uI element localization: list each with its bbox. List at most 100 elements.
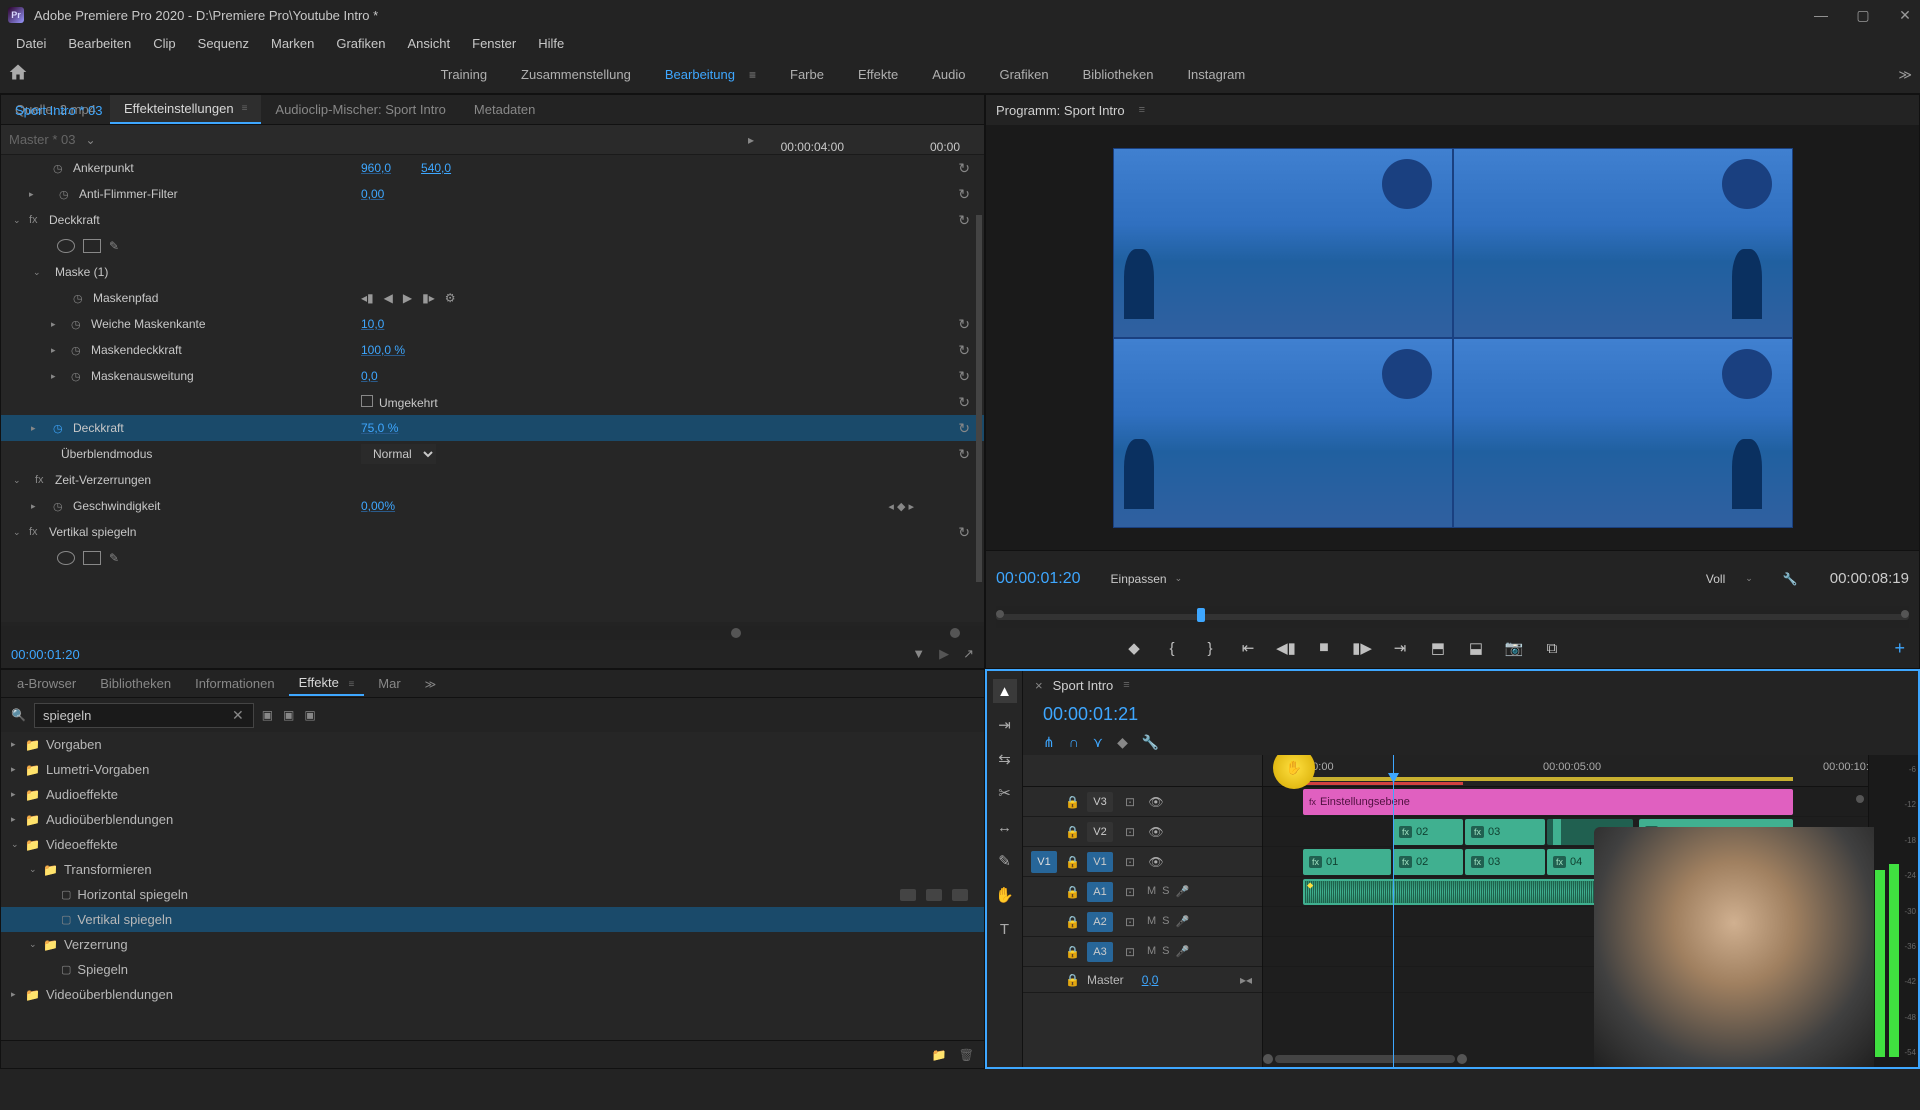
comparison-icon[interactable]: ⧉ — [1542, 640, 1562, 657]
workspace-farbe[interactable]: Farbe — [790, 67, 824, 82]
sync-lock-icon[interactable]: ⊡ — [1121, 945, 1139, 959]
effect-spiegeln[interactable]: Spiegeln — [77, 962, 128, 977]
track-select-tool-icon[interactable]: ⇥ — [993, 713, 1017, 737]
stopwatch-icon[interactable]: ◷ — [73, 292, 87, 305]
minimize-button[interactable]: — — [1814, 8, 1828, 22]
tree-videoeffekte[interactable]: Videoeffekte — [46, 837, 118, 852]
program-quality-select[interactable]: Voll — [1706, 572, 1725, 586]
pen-mask-icon[interactable]: ✎ — [109, 239, 119, 253]
twirl-icon[interactable]: ⌄ — [29, 939, 39, 950]
twirl-icon[interactable]: ▸ — [11, 789, 21, 800]
workspace-grafiken[interactable]: Grafiken — [999, 67, 1048, 82]
menu-clip[interactable]: Clip — [143, 32, 185, 55]
master-expand-icon[interactable]: ▸◂ — [1240, 973, 1252, 987]
scroll-cap-left[interactable] — [1263, 1054, 1273, 1064]
twirl-icon[interactable]: ⌄ — [11, 839, 21, 850]
clip-v2-02[interactable]: fx02 — [1393, 819, 1463, 845]
maskendeck-val[interactable]: 100,0 % — [361, 343, 405, 357]
stopwatch-icon[interactable]: ◷ — [59, 188, 73, 201]
type-tool-icon[interactable]: T — [993, 917, 1017, 941]
source-patch-v1[interactable]: V1 — [1031, 851, 1057, 873]
tree-vorgaben[interactable]: Vorgaben — [46, 737, 102, 752]
tab-metadata[interactable]: Metadaten — [460, 96, 549, 123]
workspace-menu-icon[interactable]: ≡ — [749, 68, 756, 82]
clear-search-icon[interactable]: ✕ — [232, 707, 244, 724]
mark-in-icon[interactable]: { — [1162, 640, 1182, 657]
ec-hscroll-cap[interactable] — [950, 628, 960, 638]
ec-export-icon[interactable]: ↗ — [963, 646, 974, 662]
reset-icon[interactable]: ↻ — [958, 316, 970, 333]
tab-effekte[interactable]: Effekte ≡ — [289, 671, 365, 696]
track-v1-label[interactable]: V1 — [1087, 852, 1113, 872]
maskenaus-val[interactable]: 0,0 — [361, 369, 378, 383]
ripple-tool-icon[interactable]: ⇆ — [993, 747, 1017, 771]
tab-mar[interactable]: Mar — [368, 672, 410, 695]
stop-icon[interactable]: ■ — [1314, 639, 1334, 657]
mask-next-icon[interactable]: ▮▸ — [422, 291, 435, 305]
twirl-icon[interactable]: ▸ — [31, 501, 41, 512]
twirl-icon[interactable]: ▸ — [11, 814, 21, 825]
tree-lumetri[interactable]: Lumetri-Vorgaben — [46, 762, 149, 777]
reset-icon[interactable]: ↻ — [958, 186, 970, 203]
deckkraft-val[interactable]: 75,0 % — [361, 421, 398, 435]
voiceover-icon[interactable]: 🎤 — [1176, 915, 1190, 928]
track-a3-label[interactable]: A3 — [1087, 942, 1113, 962]
track-v2-label[interactable]: V2 — [1087, 822, 1113, 842]
workspace-instagram[interactable]: Instagram — [1187, 67, 1245, 82]
sync-lock-icon[interactable]: ⊡ — [1121, 825, 1139, 839]
clip-v1-03[interactable]: fx03 — [1465, 849, 1545, 875]
twirl-icon[interactable]: ⌄ — [13, 527, 23, 538]
menu-hilfe[interactable]: Hilfe — [528, 32, 574, 55]
add-marker-icon[interactable]: ◆ — [1124, 639, 1144, 657]
weiche-val[interactable]: 10,0 — [361, 317, 384, 331]
tab-menu-icon[interactable]: ≡ — [242, 103, 248, 114]
ellipse-mask-icon[interactable] — [57, 551, 75, 565]
solo-icon[interactable]: S — [1162, 945, 1169, 958]
twirl-icon[interactable]: ▸ — [31, 423, 41, 434]
menu-ansicht[interactable]: Ansicht — [397, 32, 460, 55]
timeline-playhead[interactable] — [1393, 755, 1394, 1067]
close-button[interactable]: ✕ — [1898, 8, 1912, 22]
scrubber-cap-left[interactable] — [996, 610, 1004, 618]
scroll-thumb[interactable] — [1275, 1055, 1455, 1063]
clip-v2-03[interactable]: fx03 — [1465, 819, 1545, 845]
timeline-timecode[interactable]: 00:00:01:21 — [1043, 704, 1138, 725]
tab-bibliotheken[interactable]: Bibliotheken — [90, 672, 181, 695]
extract-icon[interactable]: ⬓ — [1466, 639, 1486, 657]
twirl-icon[interactable]: ⌄ — [33, 267, 43, 278]
workspace-audio[interactable]: Audio — [932, 67, 965, 82]
tab-informationen[interactable]: Informationen — [185, 672, 285, 695]
program-scrubber[interactable] — [996, 606, 1909, 628]
track-a1-label[interactable]: A1 — [1087, 882, 1113, 902]
solo-icon[interactable]: S — [1162, 915, 1169, 928]
time-ruler[interactable]: ✋ :00:00 00:00:05:00 00:00:10:00 00:00: — [1263, 755, 1868, 787]
sync-lock-icon[interactable]: ⊡ — [1121, 885, 1139, 899]
twirl-icon[interactable]: ⌄ — [13, 475, 23, 486]
reset-icon[interactable]: ↻ — [958, 160, 970, 177]
lock-icon[interactable]: 🔒 — [1065, 795, 1079, 809]
menu-fenster[interactable]: Fenster — [462, 32, 526, 55]
workspace-bearbeitung[interactable]: Bearbeitung — [665, 67, 735, 82]
reset-icon[interactable]: ↻ — [958, 524, 970, 541]
tab-audio-mixer[interactable]: Audioclip-Mischer: Sport Intro — [261, 96, 460, 123]
home-icon[interactable] — [8, 62, 34, 88]
twirl-icon[interactable]: ▸ — [51, 345, 61, 356]
reset-icon[interactable]: ↻ — [958, 342, 970, 359]
twirl-icon[interactable]: ▸ — [11, 764, 21, 775]
lift-icon[interactable]: ⬒ — [1428, 639, 1448, 657]
program-timecode[interactable]: 00:00:01:20 — [996, 570, 1081, 588]
marker-icon[interactable]: ◆ — [1117, 734, 1128, 751]
mask-prev-icon[interactable]: ◀ — [384, 291, 393, 305]
effects-search-input[interactable] — [34, 703, 254, 728]
scroll-cap-right[interactable] — [1457, 1054, 1467, 1064]
twirl-icon[interactable]: ▸ — [29, 189, 39, 200]
mark-out-icon[interactable]: } — [1200, 640, 1220, 657]
reset-icon[interactable]: ↻ — [958, 368, 970, 385]
effect-vspiegeln[interactable]: Vertikal spiegeln — [77, 912, 172, 927]
linked-selection-icon[interactable]: ∩ — [1069, 734, 1079, 750]
umgekehrt-checkbox[interactable] — [361, 395, 373, 407]
visibility-icon[interactable]: 👁 — [1147, 855, 1165, 869]
fx-badge-icon[interactable]: fx — [35, 474, 49, 486]
sequence-menu-icon[interactable]: ≡ — [1123, 679, 1129, 691]
stopwatch-icon[interactable]: ◷ — [71, 318, 85, 331]
